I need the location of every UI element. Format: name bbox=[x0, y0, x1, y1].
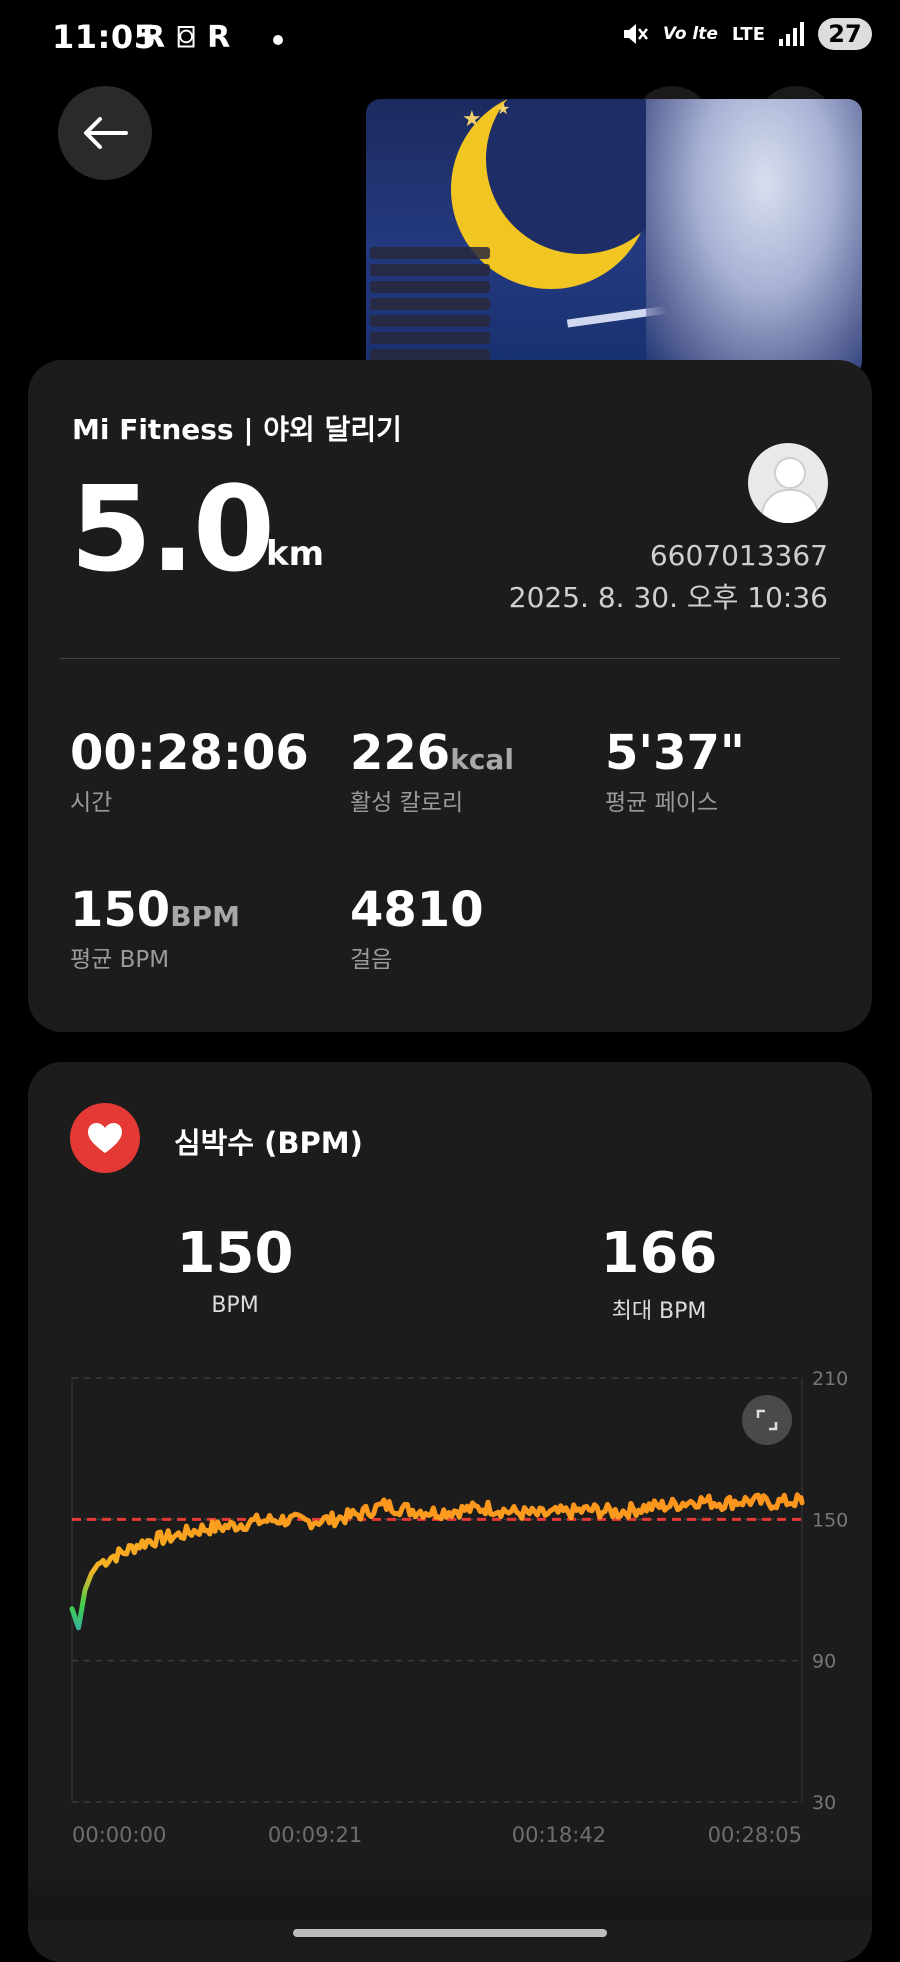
notification-icons: R ⌼ R bbox=[142, 20, 230, 55]
expand-chart-button[interactable] bbox=[742, 1395, 792, 1445]
heart-rate-title: 심박수 (BPM) bbox=[174, 1126, 363, 1160]
lte-icon: LTE bbox=[731, 23, 765, 45]
expand-icon bbox=[756, 1409, 778, 1431]
stat-calories-value: 226kcal bbox=[350, 725, 514, 781]
stat-steps-label: 걸음 bbox=[350, 947, 393, 973]
signal-icon bbox=[779, 22, 804, 46]
max-heart-rate-label: 최대 BPM bbox=[611, 1299, 707, 1324]
stat-steps-value: 4810 bbox=[350, 882, 484, 938]
stat-pace-value: 5'37" bbox=[605, 725, 745, 781]
divider bbox=[60, 658, 840, 659]
volte-icon: Vo lte bbox=[662, 24, 718, 44]
star-icon: ★ bbox=[462, 107, 482, 132]
character-image bbox=[646, 99, 862, 375]
app-notification-icon: R bbox=[207, 20, 231, 55]
mute-icon bbox=[623, 24, 648, 44]
status-time: 11:05 bbox=[52, 18, 157, 56]
stat-calories-label: 활성 칼로리 bbox=[350, 790, 464, 816]
heart-badge bbox=[70, 1103, 140, 1173]
max-heart-rate-value: 166 bbox=[600, 1221, 718, 1286]
home-indicator[interactable] bbox=[293, 1929, 607, 1937]
stat-pace-label: 평균 페이스 bbox=[605, 790, 719, 816]
heart-rate-card bbox=[28, 1062, 872, 1962]
status-right: Vo lte LTE 27 bbox=[621, 18, 872, 50]
stat-duration-label: 시간 bbox=[70, 790, 113, 816]
distance-value: 5.0 bbox=[70, 460, 275, 598]
avatar[interactable] bbox=[748, 443, 828, 523]
battery-icon: 27 bbox=[818, 18, 872, 50]
workout-datetime: 2025. 8. 30. 오후 10:36 bbox=[508, 581, 828, 614]
stat-avg-bpm-unit: BPM bbox=[170, 900, 240, 933]
avg-heart-rate-value: 150 bbox=[176, 1221, 294, 1286]
avg-heart-rate-label: BPM bbox=[211, 1293, 259, 1318]
status-bar: 11:05 R ⌼ R Vo lte LTE 27 bbox=[0, 0, 900, 80]
stream-chat-overlay bbox=[370, 247, 490, 375]
heart-icon bbox=[88, 1123, 122, 1153]
app-notification-icon: R bbox=[142, 20, 166, 55]
stat-calories-unit: kcal bbox=[450, 743, 514, 776]
notification-dot-icon bbox=[273, 35, 283, 45]
stat-duration-value: 00:28:06 bbox=[70, 725, 309, 781]
stat-avg-bpm-label: 평균 BPM bbox=[70, 947, 170, 973]
star-icon: ★ bbox=[496, 99, 511, 118]
user-id: 6607013367 bbox=[649, 539, 828, 572]
arrow-left-icon bbox=[84, 117, 128, 149]
stat-avg-bpm-value: 150BPM bbox=[70, 882, 240, 938]
distance-unit: km bbox=[266, 534, 325, 574]
workout-title: Mi Fitness | 야외 달리기 bbox=[72, 413, 402, 446]
back-button[interactable] bbox=[58, 86, 152, 180]
screen-record-icon: ⌼ bbox=[177, 20, 196, 55]
pip-video-player[interactable]: ★ ★ bbox=[366, 99, 862, 375]
